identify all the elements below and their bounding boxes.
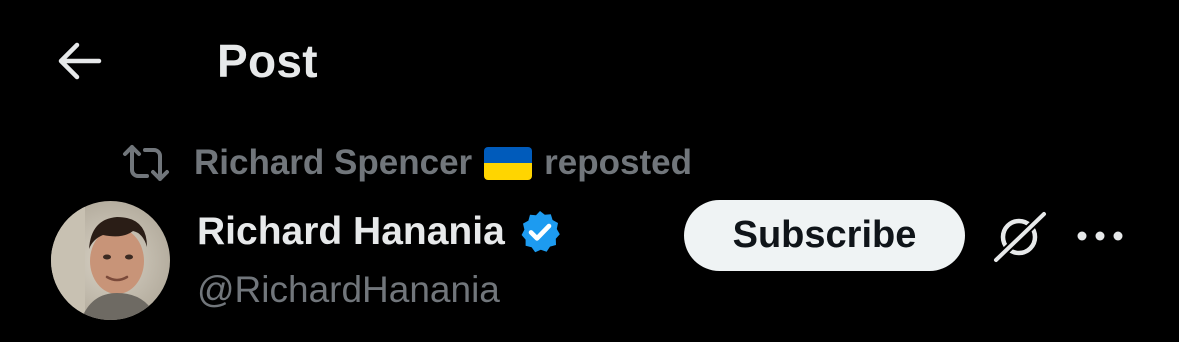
back-button[interactable] bbox=[48, 32, 110, 90]
ukraine-flag-icon bbox=[484, 146, 533, 180]
repost-icon bbox=[120, 140, 172, 186]
author-name-row: Richard Hanania bbox=[197, 206, 565, 258]
more-options-button[interactable] bbox=[1072, 214, 1128, 258]
author-handle[interactable]: @RichardHanania bbox=[197, 264, 500, 316]
author-display-name[interactable]: Richard Hanania bbox=[197, 210, 505, 254]
page-title: Post bbox=[217, 35, 318, 87]
repost-user-name[interactable]: Richard Spencer bbox=[194, 143, 472, 183]
verified-badge-icon bbox=[515, 207, 565, 257]
arrow-left-icon bbox=[58, 42, 102, 80]
more-horizontal-icon bbox=[1077, 231, 1123, 241]
repost-label: reposted bbox=[544, 143, 692, 182]
top-header: Post bbox=[0, 0, 1179, 120]
avatar[interactable] bbox=[51, 201, 170, 320]
repost-context: Richard Spencer reposted bbox=[120, 140, 692, 186]
grok-button[interactable] bbox=[990, 206, 1050, 266]
subscribe-button[interactable]: Subscribe bbox=[684, 200, 965, 271]
grok-icon bbox=[990, 208, 1050, 266]
